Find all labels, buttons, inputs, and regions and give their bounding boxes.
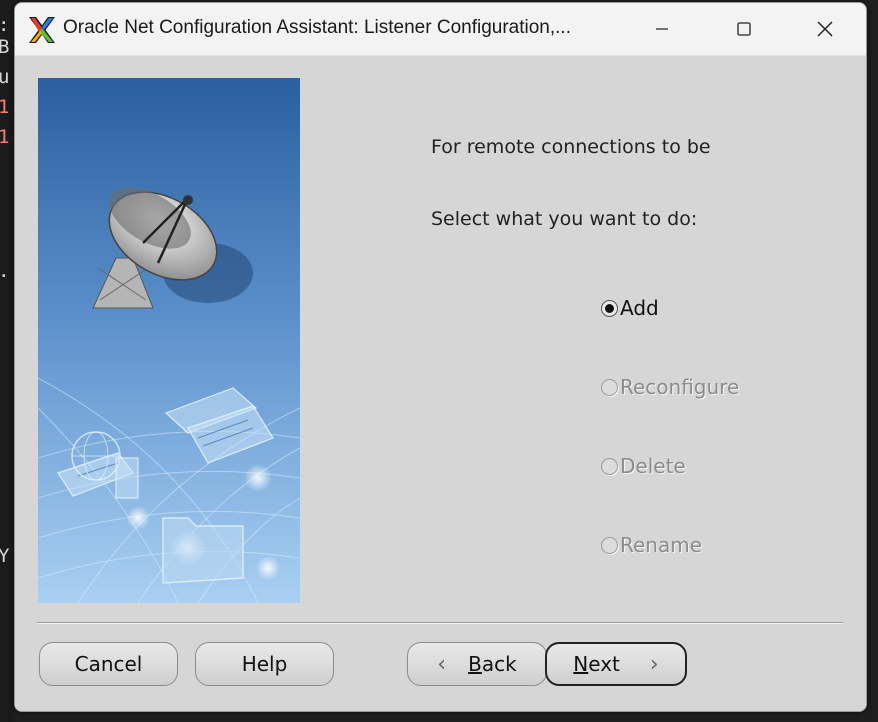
terminal-char: u — [0, 66, 10, 88]
maximize-icon — [737, 22, 751, 36]
dialog-content: For remote connections to be Select what… — [15, 56, 866, 711]
window-title: Oracle Net Configuration Assistant: List… — [63, 17, 571, 38]
satellite-dish-network-illustration — [38, 78, 300, 603]
chevron-right-icon: › — [649, 651, 659, 677]
terminal-char: : — [0, 14, 9, 36]
dialog-window: Oracle Net Configuration Assistant: List… — [14, 2, 867, 712]
radio-reconfigure-label: Reconfigure — [620, 375, 740, 399]
next-label-rest: ext — [588, 652, 620, 676]
radio-delete-label: Delete — [620, 454, 686, 478]
separator — [37, 622, 843, 624]
minimize-icon — [656, 28, 668, 30]
terminal-char: 1 — [0, 126, 10, 148]
radio-unselected-icon[interactable] — [601, 457, 618, 475]
maximize-button[interactable] — [704, 3, 784, 55]
terminal-char: B — [0, 36, 10, 58]
background-terminal: : B u 1 1 . Y — [0, 0, 14, 722]
terminal-char: . — [0, 260, 9, 282]
radio-add-label: Add — [620, 296, 659, 320]
title-bar[interactable]: Oracle Net Configuration Assistant: List… — [15, 3, 866, 56]
radio-selected-icon[interactable] — [601, 299, 618, 317]
next-mnemonic: N — [573, 652, 589, 676]
back-label-rest: ack — [481, 652, 517, 676]
radio-unselected-icon[interactable] — [601, 536, 618, 554]
chevron-left-icon: ‹ — [437, 651, 447, 677]
minimize-button[interactable] — [622, 3, 702, 55]
terminal-char: Y — [0, 545, 10, 567]
radio-rename[interactable]: Rename — [601, 533, 702, 557]
next-label: Next — [573, 652, 620, 676]
next-button[interactable]: Next › — [545, 642, 687, 686]
terminal-char: 1 — [0, 96, 10, 118]
back-mnemonic: B — [468, 652, 482, 676]
back-label: Back — [468, 652, 517, 676]
prompt-text-2: Select what you want to do: — [431, 208, 698, 230]
close-icon — [817, 21, 833, 37]
x-logo-icon — [29, 17, 55, 43]
radio-unselected-icon[interactable] — [601, 378, 618, 396]
radio-rename-label: Rename — [620, 533, 703, 557]
cancel-label: Cancel — [74, 652, 143, 676]
help-button[interactable]: Help — [195, 642, 334, 686]
cancel-button[interactable]: Cancel — [39, 642, 178, 686]
prompt-text-1: For remote connections to be — [431, 136, 711, 158]
radio-add[interactable]: Add — [601, 296, 659, 320]
radio-delete[interactable]: Delete — [601, 454, 686, 478]
radio-reconfigure[interactable]: Reconfigure — [601, 375, 739, 399]
close-button[interactable] — [785, 3, 865, 55]
back-button[interactable]: ‹ Back — [407, 642, 547, 686]
help-label: Help — [241, 652, 288, 676]
